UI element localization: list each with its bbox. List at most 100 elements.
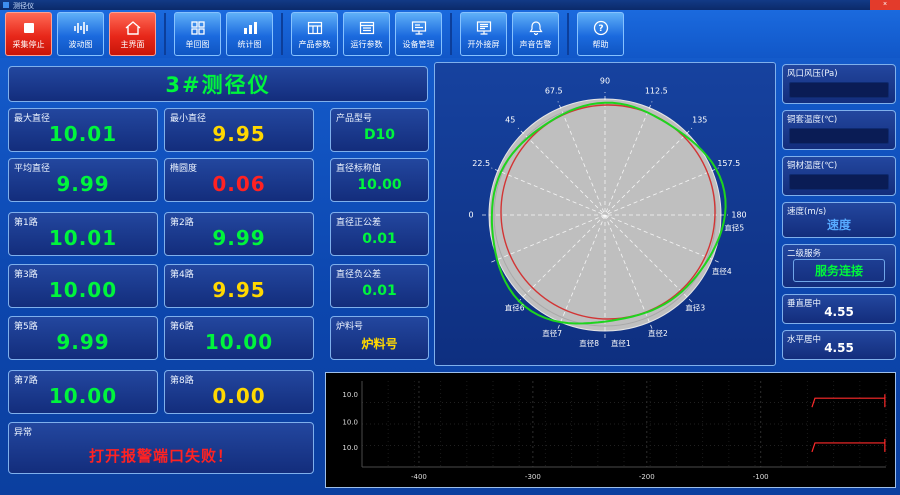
field-label: 二级服务 — [787, 249, 822, 259]
trend-chart-panel: -400 -300 -200 -100 10.0 10.0 10.0 — [325, 372, 896, 488]
product-table-icon — [306, 19, 324, 37]
field-value: 10.01 — [48, 122, 118, 146]
button-label: 产品参数 — [298, 39, 331, 49]
polar-chart-panel: 0 22.5 45 67.5 90 112.5 135 157.5 180 直径1 直径2 直径3 直径… — [434, 62, 776, 366]
wave-chart-button[interactable]: 波动图 — [57, 12, 104, 56]
collect-stop-button[interactable]: 采集停止 — [5, 12, 52, 56]
channel-3-field: 第3路 10.00 — [8, 264, 158, 308]
avg-diameter-field: 平均直径 9.99 — [8, 158, 158, 202]
field-value: 4.55 — [824, 341, 854, 355]
button-label: 采集停止 — [12, 39, 45, 49]
svg-text:10.0: 10.0 — [342, 391, 358, 399]
channel-7-field: 第7路 10.00 — [8, 370, 158, 414]
field-value: 速度 — [826, 218, 851, 232]
field-label: 产品型号 — [336, 114, 373, 124]
service-status: 服务连接 — [793, 259, 885, 282]
svg-text:直径3: 直径3 — [685, 303, 705, 313]
close-button[interactable]: × — [870, 0, 900, 10]
tolerance-minus-field: 直径负公差 0.01 — [330, 264, 429, 308]
channel-8-field: 第8路 0.00 — [164, 370, 314, 414]
svg-text:135: 135 — [692, 116, 707, 125]
tolerance-plus-field: 直径正公差 0.01 — [330, 212, 429, 256]
station-title: 3#测径仪 — [8, 66, 428, 102]
polar-diameter-chart: 0 22.5 45 67.5 90 112.5 135 157.5 180 直径1 直径2 直径3 直径… — [468, 77, 746, 349]
service-link-field: 二级服务 服务连接 — [782, 244, 896, 288]
field-value — [789, 82, 889, 98]
field-value: 10.00 — [48, 278, 118, 302]
alarm-bell-icon — [527, 19, 545, 37]
help-button[interactable]: ? 帮助 — [577, 12, 624, 56]
field-value: 9.95 — [212, 278, 266, 302]
channel-2-field: 第2路 9.99 — [164, 212, 314, 256]
svg-text:180: 180 — [731, 211, 746, 220]
field-label: 直径标称值 — [336, 164, 382, 174]
device-manage-button[interactable]: 设备管理 — [395, 12, 442, 56]
main-screen-button[interactable]: 主界面 — [109, 12, 156, 56]
svg-text:0: 0 — [468, 211, 473, 220]
field-label: 直径正公差 — [336, 218, 382, 228]
svg-text:直径8: 直径8 — [579, 338, 599, 348]
field-value: D10 — [363, 127, 396, 143]
waveform-icon — [72, 19, 90, 37]
button-label: 单回图 — [185, 39, 210, 49]
field-label: 铜套温度(℃) — [787, 115, 838, 125]
field-value: 10.00 — [48, 384, 118, 408]
copper-temperature-field: 铜材温度(℃) — [782, 156, 896, 196]
button-label: 波动图 — [68, 39, 93, 49]
alarm-message: 打开报警端口失败！ — [88, 447, 233, 465]
stats-chart-button[interactable]: 统计图 — [226, 12, 273, 56]
product-params-button[interactable]: 产品参数 — [291, 12, 338, 56]
svg-text:直径2: 直径2 — [648, 328, 668, 338]
button-label: 声音告警 — [519, 39, 552, 49]
vertical-center-field: 垂直居中 4.55 — [782, 294, 896, 324]
speed-field: 速度(m/s) 速度 — [782, 202, 896, 238]
sound-alarm-button[interactable]: 声音告警 — [512, 12, 559, 56]
svg-text:-400: -400 — [411, 473, 427, 481]
svg-text:90: 90 — [600, 77, 610, 86]
external-screen-button[interactable]: 开外接屏 — [460, 12, 507, 56]
button-label: 运行参数 — [350, 39, 383, 49]
single-chart-button[interactable]: 单回图 — [174, 12, 221, 56]
field-value: 10.01 — [48, 226, 118, 250]
product-model-field: 产品型号 D10 — [330, 108, 429, 152]
toolbar-separator — [281, 13, 283, 55]
sleeve-temperature-field: 铜套温度(℃) — [782, 110, 896, 150]
svg-text:45: 45 — [505, 116, 515, 125]
button-label: 开外接屏 — [467, 39, 500, 49]
svg-text:112.5: 112.5 — [645, 87, 668, 96]
field-value: 9.99 — [56, 330, 110, 354]
run-params-button[interactable]: 运行参数 — [343, 12, 390, 56]
field-value: 4.55 — [824, 305, 854, 319]
button-label: 主界面 — [120, 39, 145, 49]
svg-text:22.5: 22.5 — [472, 159, 490, 168]
field-value: 炉料号 — [361, 337, 398, 351]
field-label: 铜材温度(℃) — [787, 161, 838, 171]
field-value: 9.95 — [212, 122, 266, 146]
field-label: 直径负公差 — [336, 270, 382, 280]
page-title: 3#测径仪 — [165, 73, 271, 97]
field-value — [789, 174, 889, 190]
abnormal-alarm-field: 异常 打开报警端口失败！ — [8, 422, 314, 474]
max-diameter-field: 最大直径 10.01 — [8, 108, 158, 152]
min-diameter-field: 最小直径 9.95 — [164, 108, 314, 152]
toolbar-separator — [450, 13, 452, 55]
button-label: 统计图 — [237, 39, 262, 49]
toolbar: 采集停止 波动图 主界面 单回图 统计图 产品参数 运行参数 设备管理 开外接屏… — [0, 10, 900, 58]
field-value: 0.06 — [212, 172, 266, 196]
field-label: 风口风压(Pa) — [787, 69, 838, 79]
field-value: 10.00 — [357, 177, 402, 193]
window-titlebar: 测径仪 × — [0, 0, 900, 10]
button-label: 帮助 — [592, 39, 609, 49]
batch-number-field: 炉料号 炉料号 — [330, 316, 429, 360]
svg-text:67.5: 67.5 — [545, 87, 563, 96]
svg-text:直径6: 直径6 — [505, 303, 525, 313]
wind-pressure-field: 风口风压(Pa) — [782, 64, 896, 104]
stop-icon — [20, 19, 38, 37]
channel-1-field: 第1路 10.01 — [8, 212, 158, 256]
channel-6-field: 第6路 10.00 — [164, 316, 314, 360]
toolbar-separator — [567, 13, 569, 55]
field-value: 10.00 — [204, 330, 274, 354]
field-value: 9.99 — [56, 172, 110, 196]
field-value: 9.99 — [212, 226, 266, 250]
channel-5-field: 第5路 9.99 — [8, 316, 158, 360]
